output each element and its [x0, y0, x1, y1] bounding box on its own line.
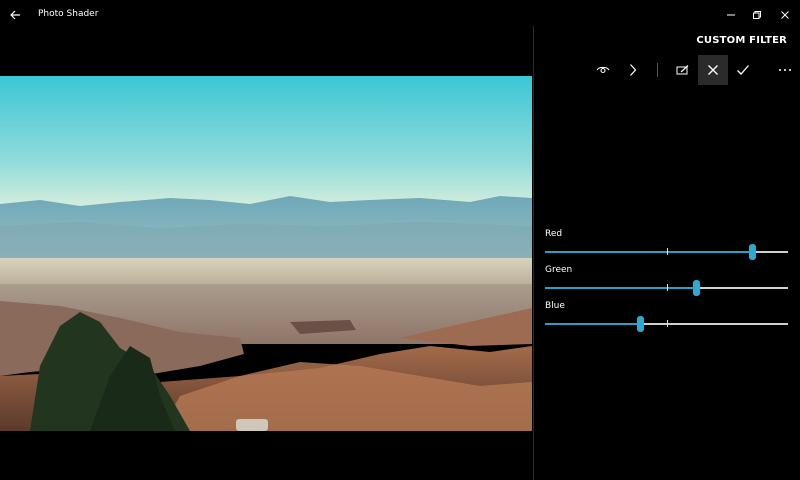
chevron-right-icon: [630, 64, 637, 76]
slider-label-green: Green: [545, 265, 573, 275]
more-options-button[interactable]: [770, 55, 800, 85]
restore-icon: [753, 11, 761, 19]
more-icon: [779, 69, 791, 71]
edit-icon: [676, 65, 689, 75]
minimize-icon: [727, 14, 735, 16]
slider-fill: [545, 287, 696, 289]
slider-fill: [545, 251, 752, 253]
red-slider[interactable]: [545, 244, 788, 260]
filter-toolbar: [534, 55, 800, 85]
restore-button[interactable]: [744, 4, 770, 26]
blue-slider[interactable]: [545, 316, 788, 332]
edit-button[interactable]: [668, 55, 698, 85]
eye-icon: [596, 66, 610, 74]
slider-group-blue: Blue: [545, 301, 788, 332]
title-bar: Photo Shader: [0, 0, 800, 30]
toolbar-separator: [657, 63, 658, 77]
slider-thumb[interactable]: [636, 316, 644, 332]
slider-thumb[interactable]: [748, 244, 756, 260]
close-window-button[interactable]: [772, 4, 798, 26]
panel-title: CUSTOM FILTER: [696, 35, 787, 46]
slider-thumb[interactable]: [692, 280, 700, 296]
minimize-button[interactable]: [718, 4, 744, 26]
landscape-photo: [0, 76, 532, 431]
cancel-button[interactable]: [698, 55, 728, 85]
next-button[interactable]: [618, 55, 648, 85]
slider-group-green: Green: [545, 265, 788, 296]
slider-center-tick: [666, 320, 668, 327]
photo-preview: [0, 76, 532, 431]
checkmark-icon: [737, 65, 749, 75]
slider-fill: [545, 323, 640, 325]
green-slider[interactable]: [545, 280, 788, 296]
close-icon: [708, 65, 718, 75]
close-window-icon: [781, 11, 789, 19]
slider-label-blue: Blue: [545, 301, 565, 311]
app-title: Photo Shader: [38, 9, 99, 19]
slider-center-tick: [666, 284, 668, 291]
accept-button[interactable]: [728, 55, 758, 85]
slider-center-tick: [666, 248, 668, 255]
slider-label-red: Red: [545, 229, 563, 239]
preview-button[interactable]: [588, 55, 618, 85]
slider-group-red: Red: [545, 229, 788, 260]
back-arrow-icon: [10, 10, 20, 20]
back-button[interactable]: [4, 4, 26, 26]
panel-divider: [533, 26, 534, 480]
